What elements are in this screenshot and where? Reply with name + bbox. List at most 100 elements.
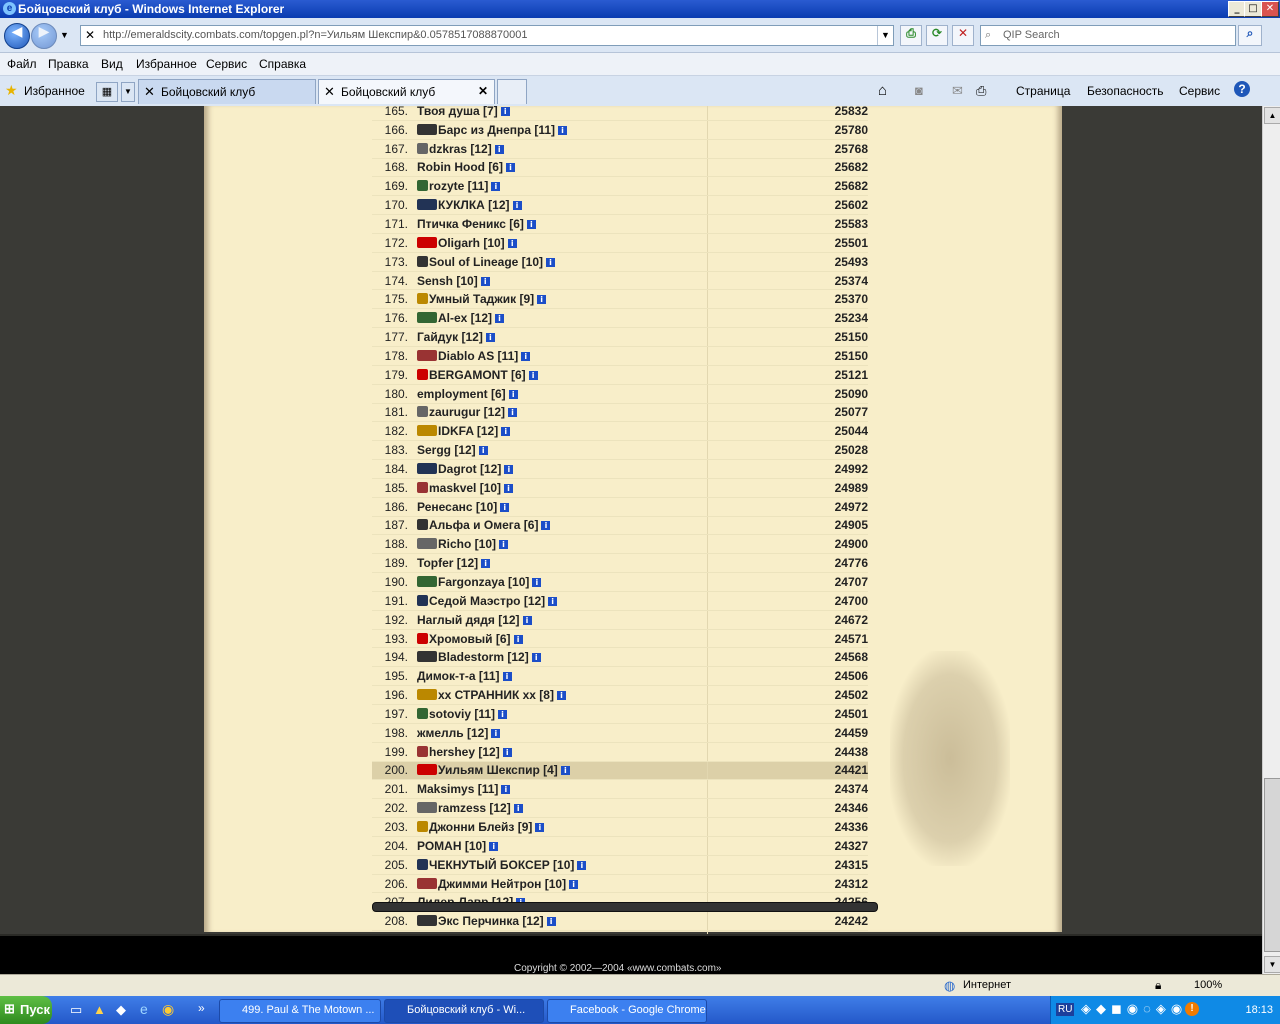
player-info-icon[interactable]: i [500,106,510,116]
close-window-button[interactable]: ✕ [1261,1,1279,17]
back-button[interactable]: ◀ [4,23,30,49]
clan-emblem-icon[interactable] [417,123,437,135]
show-desktop-icon[interactable]: ▭ [70,1002,82,1018]
player-info-icon[interactable]: i [501,785,511,795]
player-info-icon[interactable]: i [481,559,491,569]
player-info-icon[interactable]: i [560,766,570,776]
player-info-icon[interactable]: i [513,804,523,814]
protected-mode-icon[interactable]: 🔒︎ [1155,978,1161,993]
player-info-icon[interactable]: i [498,709,508,719]
scroll-up-icon[interactable]: ▲ [1264,107,1280,124]
clan-emblem-icon[interactable] [417,764,437,776]
player-info-icon[interactable]: i [556,691,566,701]
clan-emblem-icon[interactable] [417,820,428,832]
quicklaunch-app-icon[interactable]: ▲ [93,1002,106,1017]
player-info-icon[interactable]: i [491,182,501,192]
player-info-icon[interactable]: i [528,370,538,380]
menu-favorites[interactable]: Избранное [136,57,197,71]
tab-1[interactable]: ✕ Бойцовский клуб [138,79,316,104]
player-info-icon[interactable]: i [499,540,509,550]
player-info-icon[interactable]: i [558,125,568,135]
clan-emblem-icon[interactable] [417,255,428,267]
clan-emblem-icon[interactable] [417,199,437,211]
clan-emblem-icon[interactable] [417,594,428,606]
taskbar-item-player[interactable]: 499. Paul & The Motown ... [219,999,381,1023]
clan-emblem-icon[interactable] [417,481,428,493]
stop-button[interactable]: ✕ [952,25,974,46]
page-menu[interactable]: Страница [1016,84,1070,98]
maximize-button[interactable]: □ [1244,1,1262,17]
clan-emblem-icon[interactable] [417,406,428,418]
player-info-icon[interactable]: i [546,917,556,927]
player-info-icon[interactable]: i [531,653,541,663]
player-info-icon[interactable]: i [501,427,511,437]
clan-emblem-icon[interactable] [417,576,437,588]
player-info-icon[interactable]: i [548,596,558,606]
player-info-icon[interactable]: i [504,483,514,493]
home-icon[interactable]: ⌂ [878,82,887,99]
language-indicator[interactable]: RU [1056,1003,1075,1016]
menu-file[interactable]: Файл [7,57,37,71]
compat-view-button[interactable]: ⎙ [900,25,922,46]
player-info-icon[interactable]: i [535,822,545,832]
player-info-icon[interactable]: i [537,295,547,305]
clan-emblem-icon[interactable] [417,368,428,380]
player-info-icon[interactable]: i [508,389,518,399]
tab-2-active[interactable]: ✕ Бойцовский клуб ✕ [318,79,495,104]
close-tab-icon[interactable]: ✕ [478,84,488,98]
player-info-icon[interactable]: i [489,841,499,851]
menu-view[interactable]: Вид [101,57,123,71]
clan-emblem-icon[interactable] [417,293,428,305]
clan-emblem-icon[interactable] [417,858,428,870]
player-info-icon[interactable]: i [526,219,536,229]
forward-button[interactable]: ▶ [31,23,57,49]
player-info-icon[interactable]: i [546,257,556,267]
refresh-button[interactable]: ⟳ [926,25,948,46]
player-info-icon[interactable]: i [569,879,579,889]
tools-menu[interactable]: Сервис [1179,84,1220,98]
feeds-icon[interactable]: ◙ [915,83,923,98]
player-info-icon[interactable]: i [513,634,523,644]
player-info-icon[interactable]: i [577,860,587,870]
player-info-icon[interactable]: i [541,521,551,531]
quick-tabs-icon[interactable]: ▦ [96,82,118,102]
help-icon[interactable]: ? [1234,81,1250,97]
vertical-scrollbar[interactable]: ▲ ▼ [1262,106,1280,974]
clan-emblem-icon[interactable] [417,519,428,531]
chrome-quicklaunch-icon[interactable]: ◉ [162,1001,174,1018]
menu-tools[interactable]: Сервис [206,57,247,71]
clan-emblem-icon[interactable] [417,802,437,814]
taskbar-item-ie[interactable]: Бойцовский клуб - Wi... [384,999,544,1023]
start-button[interactable]: ⊞ Пуск [0,996,52,1024]
clan-emblem-icon[interactable] [417,745,428,757]
search-go-button[interactable]: ⌕ [1238,25,1262,46]
player-info-icon[interactable]: i [504,464,514,474]
clan-emblem-icon[interactable] [417,707,428,719]
taskbar-item-chrome[interactable]: Facebook - Google Chrome [547,999,707,1023]
scroll-down-icon[interactable]: ▼ [1264,956,1280,973]
clan-emblem-icon[interactable] [417,632,428,644]
player-info-icon[interactable]: i [502,747,512,757]
player-info-icon[interactable]: i [485,333,495,343]
player-info-icon[interactable]: i [500,502,510,512]
search-input[interactable]: ⌕ QIP Search [980,25,1236,46]
player-info-icon[interactable]: i [532,578,542,588]
print-icon[interactable]: ⎙ [976,83,986,99]
scroll-thumb[interactable] [1264,778,1280,952]
clan-emblem-icon[interactable] [417,142,428,154]
player-info-icon[interactable]: i [522,615,532,625]
clan-emblem-icon[interactable] [417,180,428,192]
player-info-icon[interactable]: i [508,408,518,418]
quicklaunch-app-icon[interactable]: ◆ [116,1002,126,1018]
clan-emblem-icon[interactable] [417,236,437,248]
address-bar[interactable]: ✕ http://emeraldscity.combats.com/topgen… [80,25,894,46]
recent-pages-dropdown-icon[interactable]: ▼ [60,30,69,40]
menu-help[interactable]: Справка [259,57,306,71]
clan-emblem-icon[interactable] [417,651,437,663]
clan-emblem-icon[interactable] [417,689,437,701]
player-info-icon[interactable]: i [495,314,505,324]
player-info-icon[interactable]: i [494,144,504,154]
tab-list-dropdown-icon[interactable]: ▼ [121,82,135,102]
player-info-icon[interactable]: i [502,672,512,682]
zoom-level[interactable]: 100% [1194,979,1222,991]
